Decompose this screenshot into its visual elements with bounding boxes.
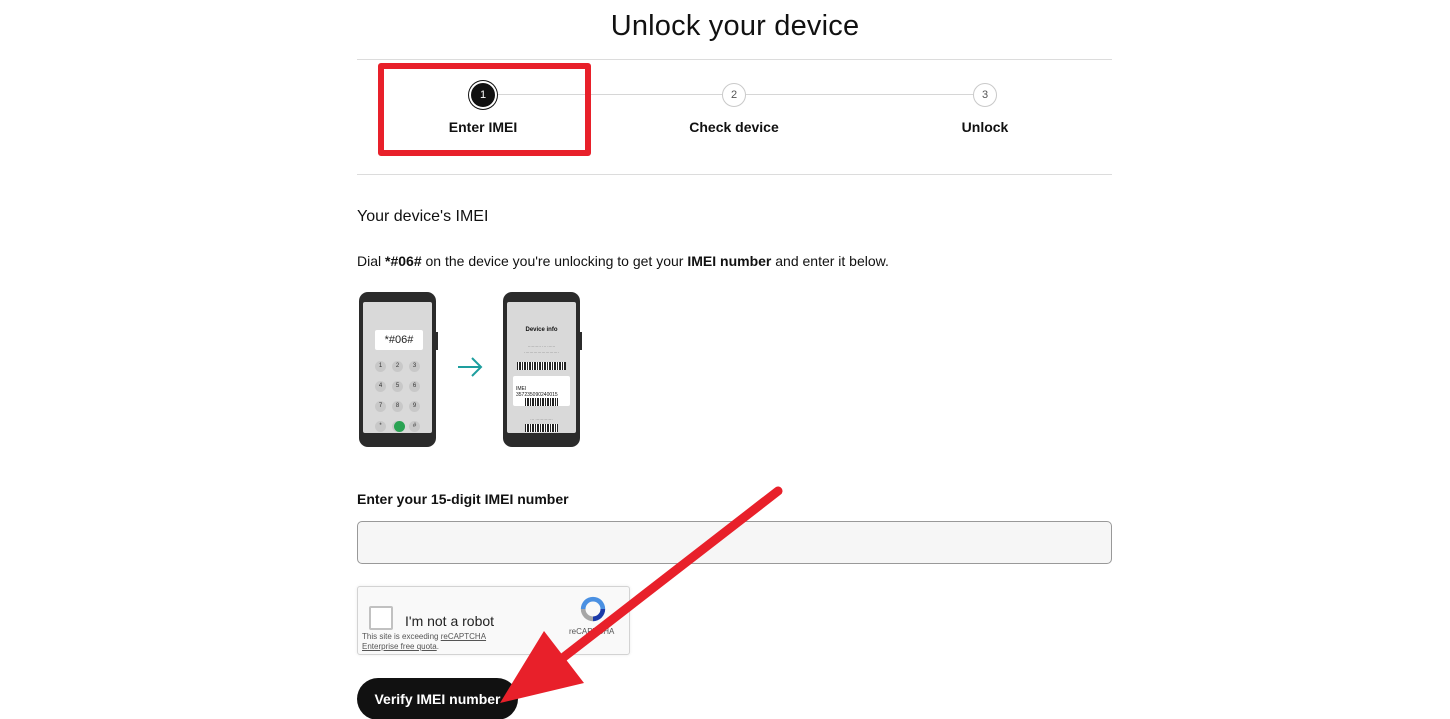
step-unlock: 3 Unlock (885, 60, 1085, 174)
barcode-icon (525, 398, 558, 406)
recaptcha-logo-icon (580, 596, 606, 622)
device-info-title: Device info (525, 327, 558, 333)
recaptcha-enterprise-link[interactable]: Enterprise free quota (362, 642, 437, 651)
phone-device-info-illustration: Device info ·········· ··· ······ ······… (503, 292, 582, 447)
recaptcha-checkbox[interactable] (369, 606, 393, 630)
keypad-key: 2 (392, 361, 403, 372)
keypad-key: 4 (375, 381, 386, 392)
keypad-key: 5 (392, 381, 403, 392)
call-key-icon (394, 421, 405, 432)
phone-screen: *#06# 123456789*0# (363, 302, 432, 433)
keypad-key: 8 (392, 401, 403, 412)
recaptcha-brand: reCAPTCHA (569, 627, 615, 636)
section-title: Your device's IMEI (357, 208, 489, 225)
phone-screen: Device info ·········· ··· ······ ······… (507, 302, 576, 433)
page-title: Unlock your device (610, 10, 860, 42)
keypad-key: 7 (375, 401, 386, 412)
keypad-key: # (409, 421, 420, 432)
barcode-icon (525, 424, 558, 432)
imei-input[interactable] (357, 521, 1112, 564)
keypad-key: 6 (409, 381, 420, 392)
step-label: Check device (689, 119, 779, 135)
barcode-icon (517, 362, 566, 370)
recaptcha-quota-notice: This site is exceeding reCAPTCHA Enterpri… (362, 632, 487, 651)
step-label: Unlock (961, 119, 1009, 135)
step-number: 3 (973, 83, 997, 107)
dial-code-display: *#06# (375, 330, 423, 350)
keypad-key: 9 (409, 401, 420, 412)
step-number: 2 (722, 83, 746, 107)
keypad-key: * (375, 421, 386, 432)
recaptcha-link[interactable]: reCAPTCHA (441, 632, 486, 641)
arrow-right-icon (458, 357, 483, 377)
annotation-highlight-box (378, 63, 591, 156)
imei-instructions: Dial *#06# on the device you're unlockin… (357, 253, 889, 269)
phone-dialer-illustration: *#06# 123456789*0# (359, 292, 438, 447)
recaptcha-widget: I'm not a robot This site is exceeding r… (357, 586, 630, 655)
keypad-key: 3 (409, 361, 420, 372)
imei-input-label: Enter your 15-digit IMEI number (357, 491, 569, 507)
recaptcha-label: I'm not a robot (405, 613, 495, 629)
verify-imei-button[interactable]: Verify IMEI number (357, 678, 518, 719)
step-check-device: 2 Check device (634, 60, 834, 174)
keypad-key: 1 (375, 361, 386, 372)
divider-bottom (357, 174, 1112, 175)
